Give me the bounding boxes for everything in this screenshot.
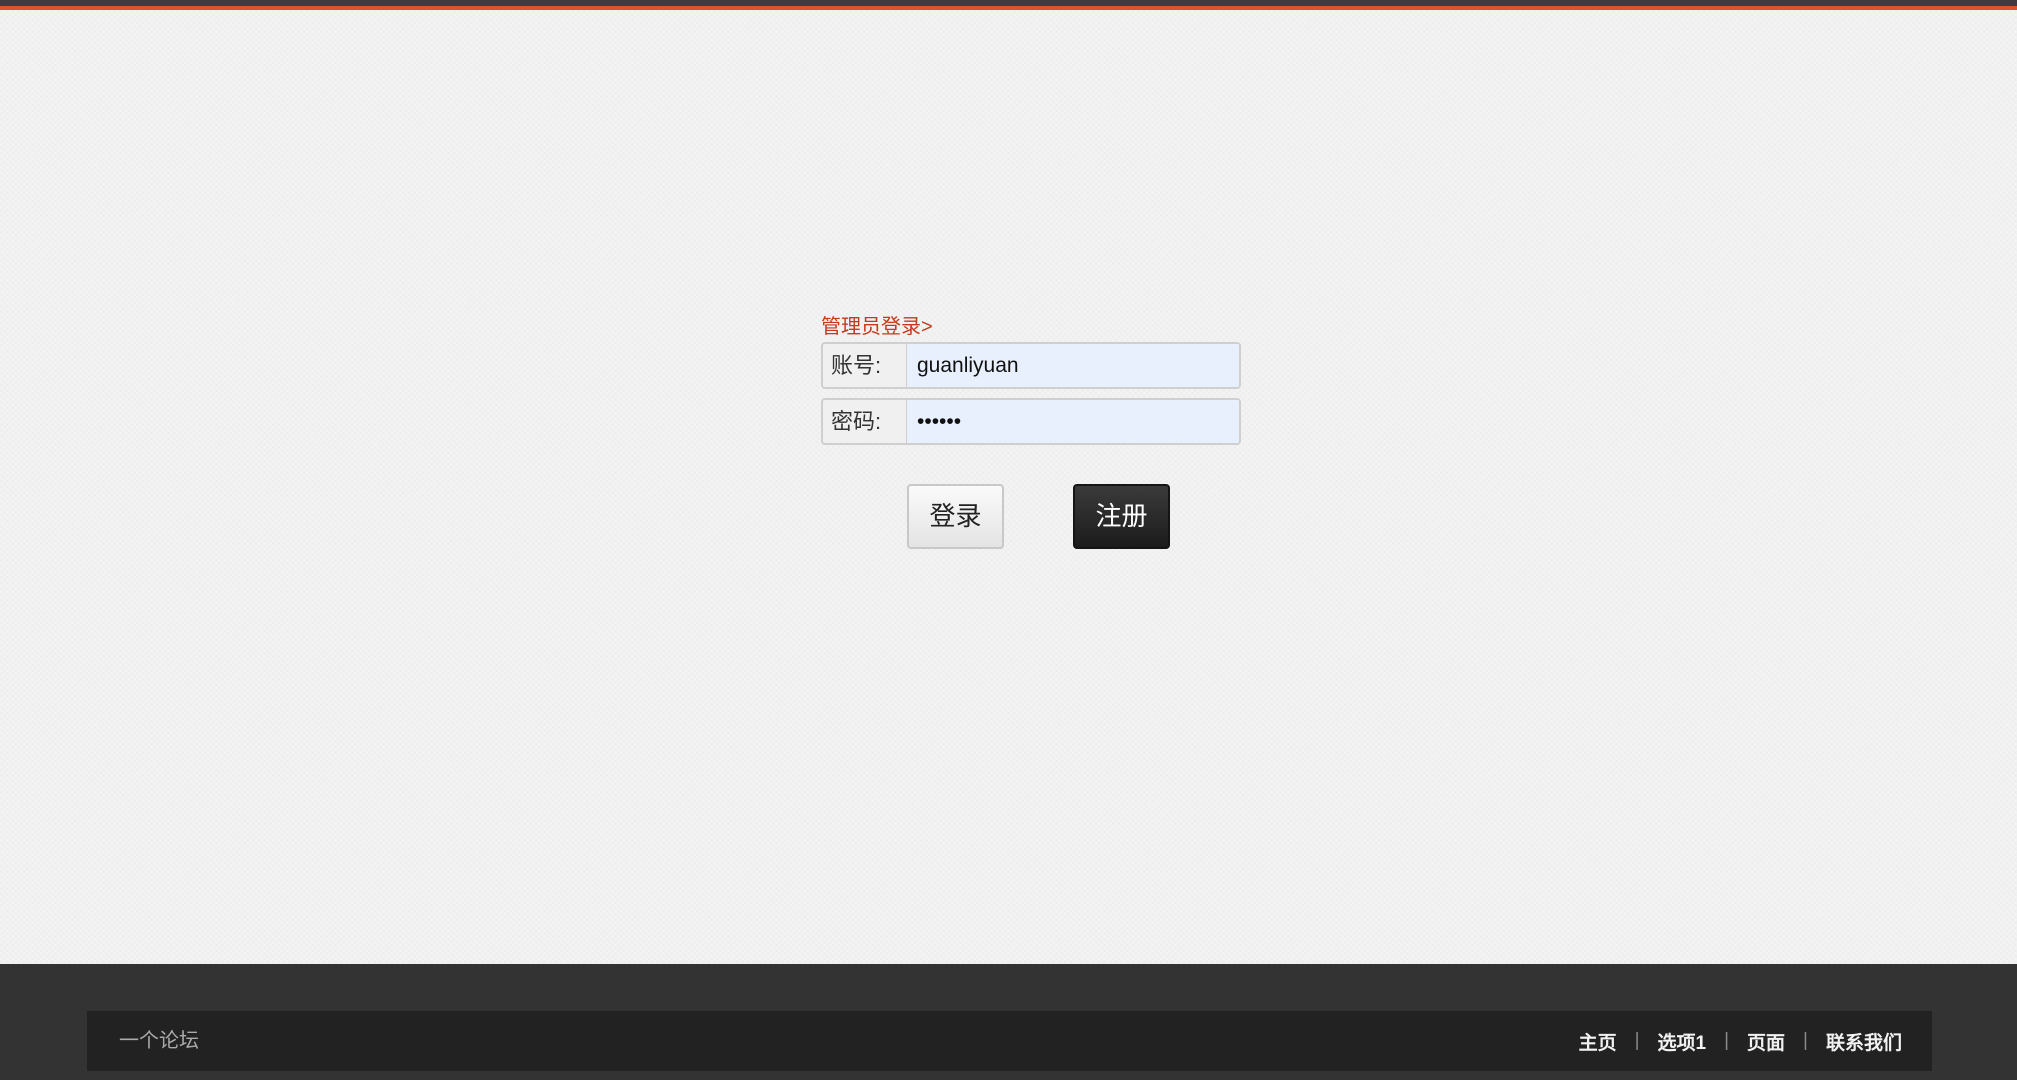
footer-separator: | [1634,1030,1640,1051]
footer-link-page[interactable]: 页面 [1747,1028,1785,1055]
footer-brand: 一个论坛 [119,1030,199,1052]
top-accent-bar [0,0,2017,10]
footer-link-contact[interactable]: 联系我们 [1826,1028,1902,1055]
footer-link-option1[interactable]: 选项1 [1658,1028,1707,1055]
account-input[interactable] [907,344,1239,387]
account-field-row: 账号: [821,342,1241,389]
password-field-row: 密码: [821,398,1241,445]
password-label: 密码: [823,400,907,443]
footer: 一个论坛 主页 | 选项1 | 页面 | 联系我们 [0,964,2017,1080]
footer-separator: | [1724,1030,1730,1051]
footer-separator: | [1803,1030,1808,1051]
footer-bar: 一个论坛 主页 | 选项1 | 页面 | 联系我们 [87,1011,1932,1071]
login-button[interactable]: 登录 [907,484,1004,549]
admin-login-link[interactable]: 管理员登录> [821,314,1241,340]
footer-link-home[interactable]: 主页 [1579,1028,1617,1055]
login-form: 管理员登录> 账号: 密码: [821,314,1241,445]
footer-nav: 主页 | 选项1 | 页面 | 联系我们 [1579,1011,1902,1071]
register-button[interactable]: 注册 [1073,484,1170,549]
password-input[interactable] [907,400,1239,443]
account-label: 账号: [823,344,907,387]
